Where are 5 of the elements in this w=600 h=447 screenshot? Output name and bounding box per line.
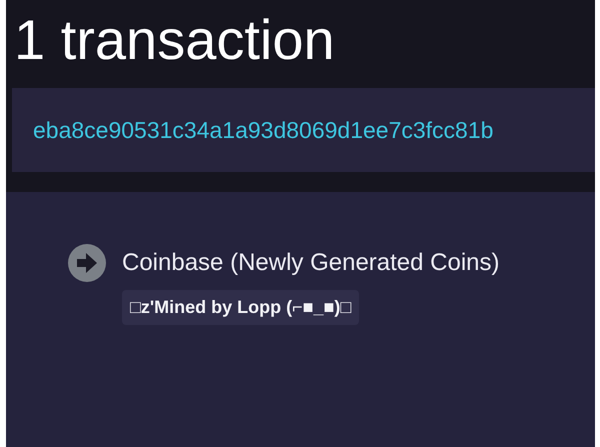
coinbase-message: □z'Mined by Lopp (⌐■_■)□ bbox=[122, 290, 360, 325]
page-title: 1 transaction bbox=[13, 7, 336, 73]
input-label: Coinbase (Newly Generated Coins) bbox=[122, 248, 500, 278]
arrow-right-icon bbox=[68, 244, 106, 282]
transaction-hash-link[interactable]: eba8ce90531c34a1a93d8069d1ee7c3fcc81b bbox=[33, 112, 494, 148]
